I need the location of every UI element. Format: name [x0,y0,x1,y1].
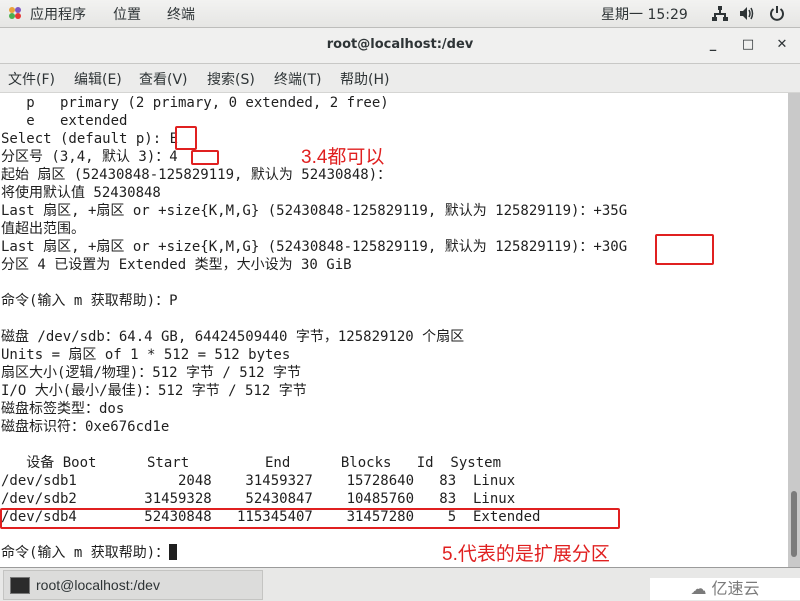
window-titlebar[interactable]: root@localhost:/dev _ □ ✕ [0,28,800,64]
terminal-app-menu[interactable]: 终端 [167,4,195,24]
taskbar-window-button[interactable]: root@localhost:/dev [3,570,263,600]
annotation-extended-note: 5.代表的是扩展分区 [442,544,610,565]
menu-help[interactable]: 帮助(H) [340,69,389,89]
menu-file[interactable]: 文件(F) [8,69,55,89]
top-panel: 应用程序 位置 终端 星期一 15:29 [0,0,800,28]
menu-edit[interactable]: 编辑(E) [74,69,122,89]
scrollbar-thumb[interactable] [791,491,797,557]
menu-search[interactable]: 搜索(S) [207,69,255,89]
menu-terminal[interactable]: 终端(T) [274,69,321,89]
close-button[interactable]: ✕ [773,36,791,54]
applications-menu[interactable]: 应用程序 [30,4,86,24]
highlight-box-size-30g [655,234,714,265]
annotation-partition-note: 3.4都可以 [301,147,385,168]
minimize-button[interactable]: _ [704,36,722,54]
terminal-line: Units = 扇区 of 1 * 512 = 512 bytes [1,347,291,363]
terminal-line: Last 扇区, +扇区 or +size{K,M,G} (52430848-1… [1,239,628,255]
partition-row: /dev/sdb2 31459328 52430847 10485760 83 … [1,491,516,507]
cloud-icon: ☁ [690,579,707,598]
terminal-line: 值超出范围。 [1,221,85,237]
places-menu[interactable]: 位置 [113,4,141,24]
partition-table-header: 设备 Boot Start End Blocks Id System [1,455,502,471]
terminal-scrollbar[interactable] [788,93,800,567]
highlight-box-select-e [175,126,197,150]
prompt-text: 命令(输入 m 获取帮助)： [1,545,170,561]
terminal-line: p primary (2 primary, 0 extended, 2 free… [1,95,389,111]
terminal-line: 将使用默认值 52430848 [1,185,161,201]
terminal-line: Select (default p): E [1,131,179,147]
partition-row: /dev/sdb1 2048 31459327 15728640 83 Linu… [1,473,516,489]
menu-view[interactable]: 查看(V) [139,69,188,89]
maximize-button[interactable]: □ [739,36,757,54]
terminal-line: 磁盘标识符：0xe676cd1e [1,419,170,435]
terminal-line: e extended [1,113,128,129]
highlight-box-partition-4 [191,150,219,165]
volume-icon[interactable] [740,6,756,21]
applications-icon [9,7,21,19]
terminal-line: 磁盘标签类型：dos [1,401,125,417]
window-title: root@localhost:/dev [326,37,474,52]
terminal-line: 命令(输入 m 获取帮助)：P [1,293,178,309]
terminal-line: 磁盘 /dev/sdb：64.4 GB, 64424509440 字节，1258… [1,329,465,345]
watermark-text: 亿速云 [711,579,760,598]
clock[interactable]: 星期一 15:29 [601,4,688,24]
terminal-line: Last 扇区, +扇区 or +size{K,M,G} (52430848-1… [1,203,628,219]
text-cursor [169,544,178,560]
menubar: 文件(F) 编辑(E) 查看(V) 搜索(S) 终端(T) 帮助(H) [0,64,800,93]
taskbar-window-label: root@localhost:/dev [36,577,160,593]
command-prompt[interactable]: 命令(输入 m 获取帮助)： [1,544,178,562]
terminal-output[interactable]: p primary (2 primary, 0 extended, 2 free… [0,93,787,567]
power-icon[interactable] [769,5,785,21]
terminal-line: 分区 4 已设置为 Extended 类型，大小设为 30 GiB [1,257,352,273]
watermark-logo: ☁ 亿速云 [650,578,800,600]
terminal-icon [10,577,30,594]
terminal-line: I/O 大小(最小/最佳)：512 字节 / 512 字节 [1,383,307,399]
terminal-line: 分区号 (3,4, 默认 3)：4 [1,149,178,165]
terminal-line: 扇区大小(逻辑/物理)：512 字节 / 512 字节 [1,365,302,381]
network-icon[interactable] [712,6,728,21]
highlight-box-extended-row [0,508,620,529]
